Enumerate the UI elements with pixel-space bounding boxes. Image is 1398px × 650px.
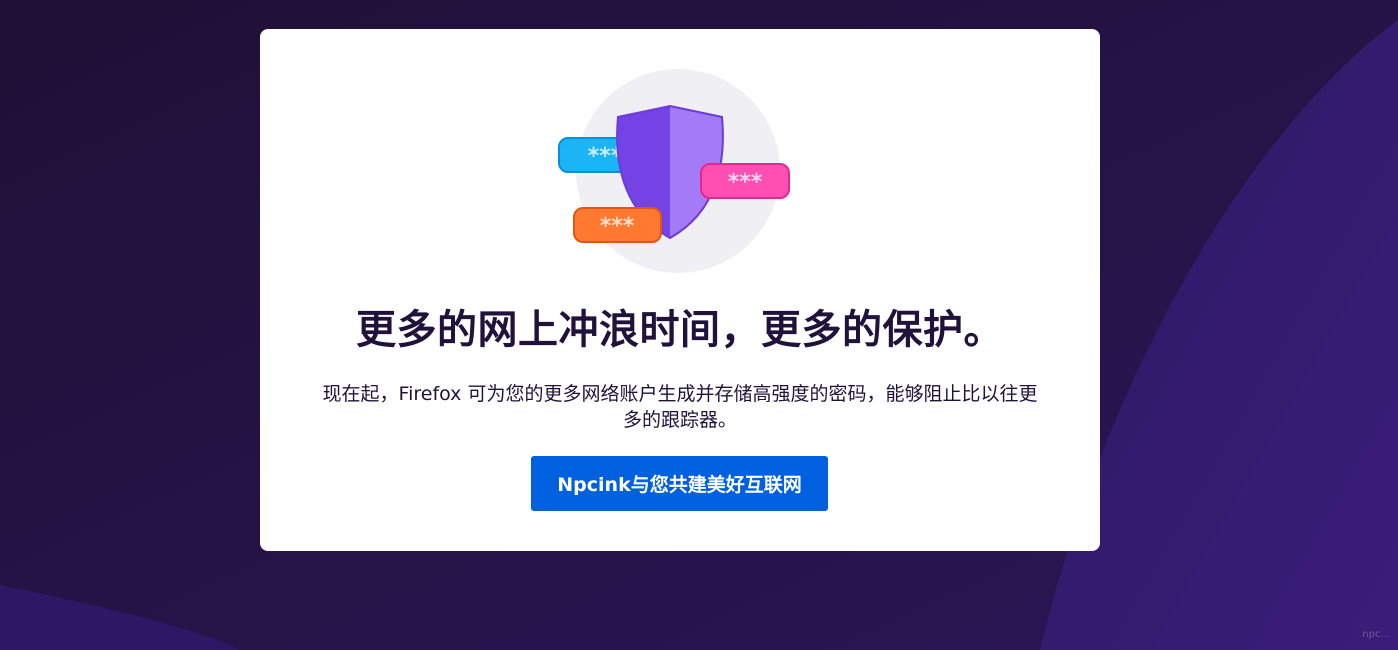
watermark-text: npc...: [1362, 629, 1390, 640]
dialog-headline: 更多的网上冲浪时间，更多的保护。: [356, 307, 1004, 353]
password-protection-illustration: *** *** ***: [558, 69, 790, 273]
badge-text: ***: [600, 214, 635, 239]
password-badge-pink: ***: [700, 163, 790, 199]
dialog-body-text: 现在起，Firefox 可为您的更多网络账户生成并存储高强度的密码，能够阻止比以…: [322, 383, 1038, 431]
primary-cta-button[interactable]: Npcink与您共建美好互联网: [531, 456, 828, 511]
password-badge-orange: ***: [573, 207, 662, 243]
onboarding-dialog: *** *** *** 更多的网上冲浪时间，更多的保护。 现在起，Firefox…: [260, 29, 1100, 551]
badge-text: ***: [728, 170, 763, 195]
